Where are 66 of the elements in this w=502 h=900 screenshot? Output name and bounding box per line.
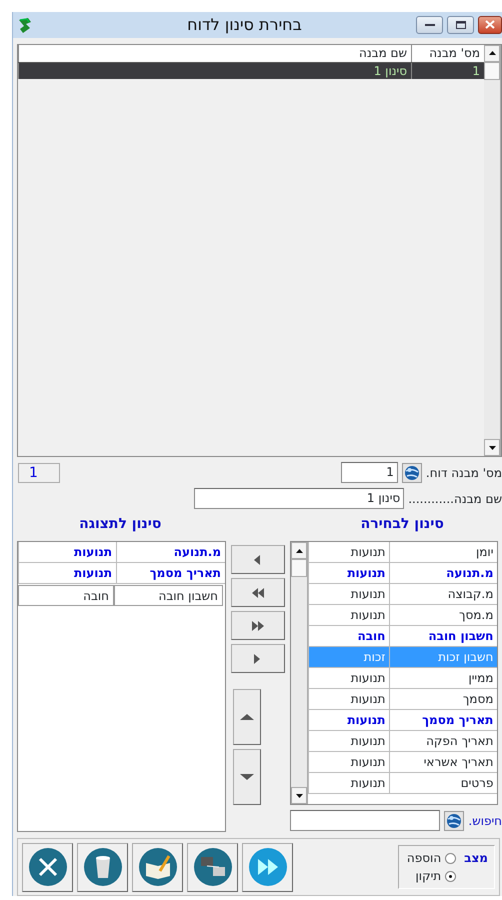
toolbar-button[interactable]: [187, 842, 238, 892]
scrollbar[interactable]: [291, 542, 308, 804]
table-cell: 1: [411, 62, 484, 79]
section-title: סינון לבחירה: [360, 516, 444, 532]
toolbar-button[interactable]: [22, 842, 73, 892]
minimize-button[interactable]: [416, 16, 443, 34]
maximize-icon: [456, 20, 466, 29]
grid-row[interactable]: חשבון חובה חובה: [18, 584, 226, 608]
grid-row[interactable]: מ.קבוצה תנועות: [308, 584, 498, 606]
order-button[interactable]: [233, 749, 262, 806]
grid-row[interactable]: פרטים תנועות: [308, 773, 498, 794]
grid-row[interactable]: מ.מסך תנועות: [308, 605, 498, 626]
trash-icon: [82, 847, 122, 888]
number-field[interactable]: 1: [340, 462, 398, 484]
field-label: שם מבנה............: [408, 490, 502, 508]
grid-row[interactable]: מסמך תנועות: [308, 689, 498, 710]
grid-row[interactable]: תאריך מסמך תנועות: [308, 710, 498, 732]
transfer-button[interactable]: [231, 644, 286, 674]
section-title: סינון לתצוגה: [79, 516, 162, 532]
grid-row[interactable]: תאריך אשראי תנועות: [308, 752, 498, 774]
radio-button[interactable]: [445, 852, 456, 864]
scroll-down-button[interactable]: [484, 439, 500, 456]
column-header[interactable]: מס' מבנה: [411, 44, 484, 62]
scrollbar[interactable]: [484, 44, 501, 456]
toolbar-button[interactable]: [242, 842, 293, 892]
record-counter: 1: [18, 462, 60, 483]
up-arrow-icon: [296, 548, 303, 553]
scroll-thumb[interactable]: [291, 559, 308, 578]
order-button[interactable]: [233, 689, 262, 746]
radio-option[interactable]: תיקון: [406, 867, 456, 886]
transfer-button[interactable]: [231, 611, 286, 640]
radio-button[interactable]: [445, 870, 456, 882]
radio-option[interactable]: הוספה: [406, 849, 456, 868]
close-icon: [485, 20, 495, 30]
down-arrow-icon: [296, 794, 303, 798]
scroll-thumb[interactable]: [484, 62, 500, 80]
grid-row[interactable]: יומן תנועות: [308, 542, 498, 564]
grid-row[interactable]: תאריך מסמך תנועות: [18, 563, 226, 584]
scroll-up-button[interactable]: [291, 542, 308, 560]
book-pencil-icon: [138, 847, 178, 888]
app-icon: [17, 16, 33, 34]
grid-row[interactable]: ממיין תנועות: [308, 668, 498, 690]
down-arrow-icon: [488, 446, 496, 450]
toolbar-button[interactable]: [132, 842, 183, 892]
close-button[interactable]: [478, 16, 502, 34]
grid-row[interactable]: מ.תנועה תנועות: [18, 542, 226, 564]
transfer-button[interactable]: [231, 578, 286, 608]
search-field[interactable]: [290, 810, 440, 832]
scroll-down-button[interactable]: [291, 787, 308, 804]
scroll-up-button[interactable]: [484, 44, 500, 62]
transfer-button[interactable]: [231, 545, 286, 574]
toolbar-button[interactable]: [77, 842, 128, 892]
mode-label: מצב: [464, 850, 488, 868]
maximize-button[interactable]: [447, 16, 474, 34]
field-label: מס' מבנה דוח.: [426, 464, 502, 482]
name-field[interactable]: סינון 1: [194, 488, 404, 510]
column-header[interactable]: שם מבנה: [18, 44, 411, 62]
search-label: חיפוש.: [468, 812, 502, 830]
grid-row[interactable]: מ.תנועה תנועות: [308, 563, 498, 584]
fast-forward-icon: [248, 847, 288, 888]
cancel-icon: [28, 847, 68, 888]
table-cell: סינון 1: [18, 62, 411, 79]
window-title: בחירת סינון לדוח: [186, 14, 303, 36]
computers-icon: [192, 847, 232, 888]
grid-row[interactable]: תאריך הפקה תנועות: [308, 731, 498, 752]
up-arrow-icon: [488, 51, 496, 56]
